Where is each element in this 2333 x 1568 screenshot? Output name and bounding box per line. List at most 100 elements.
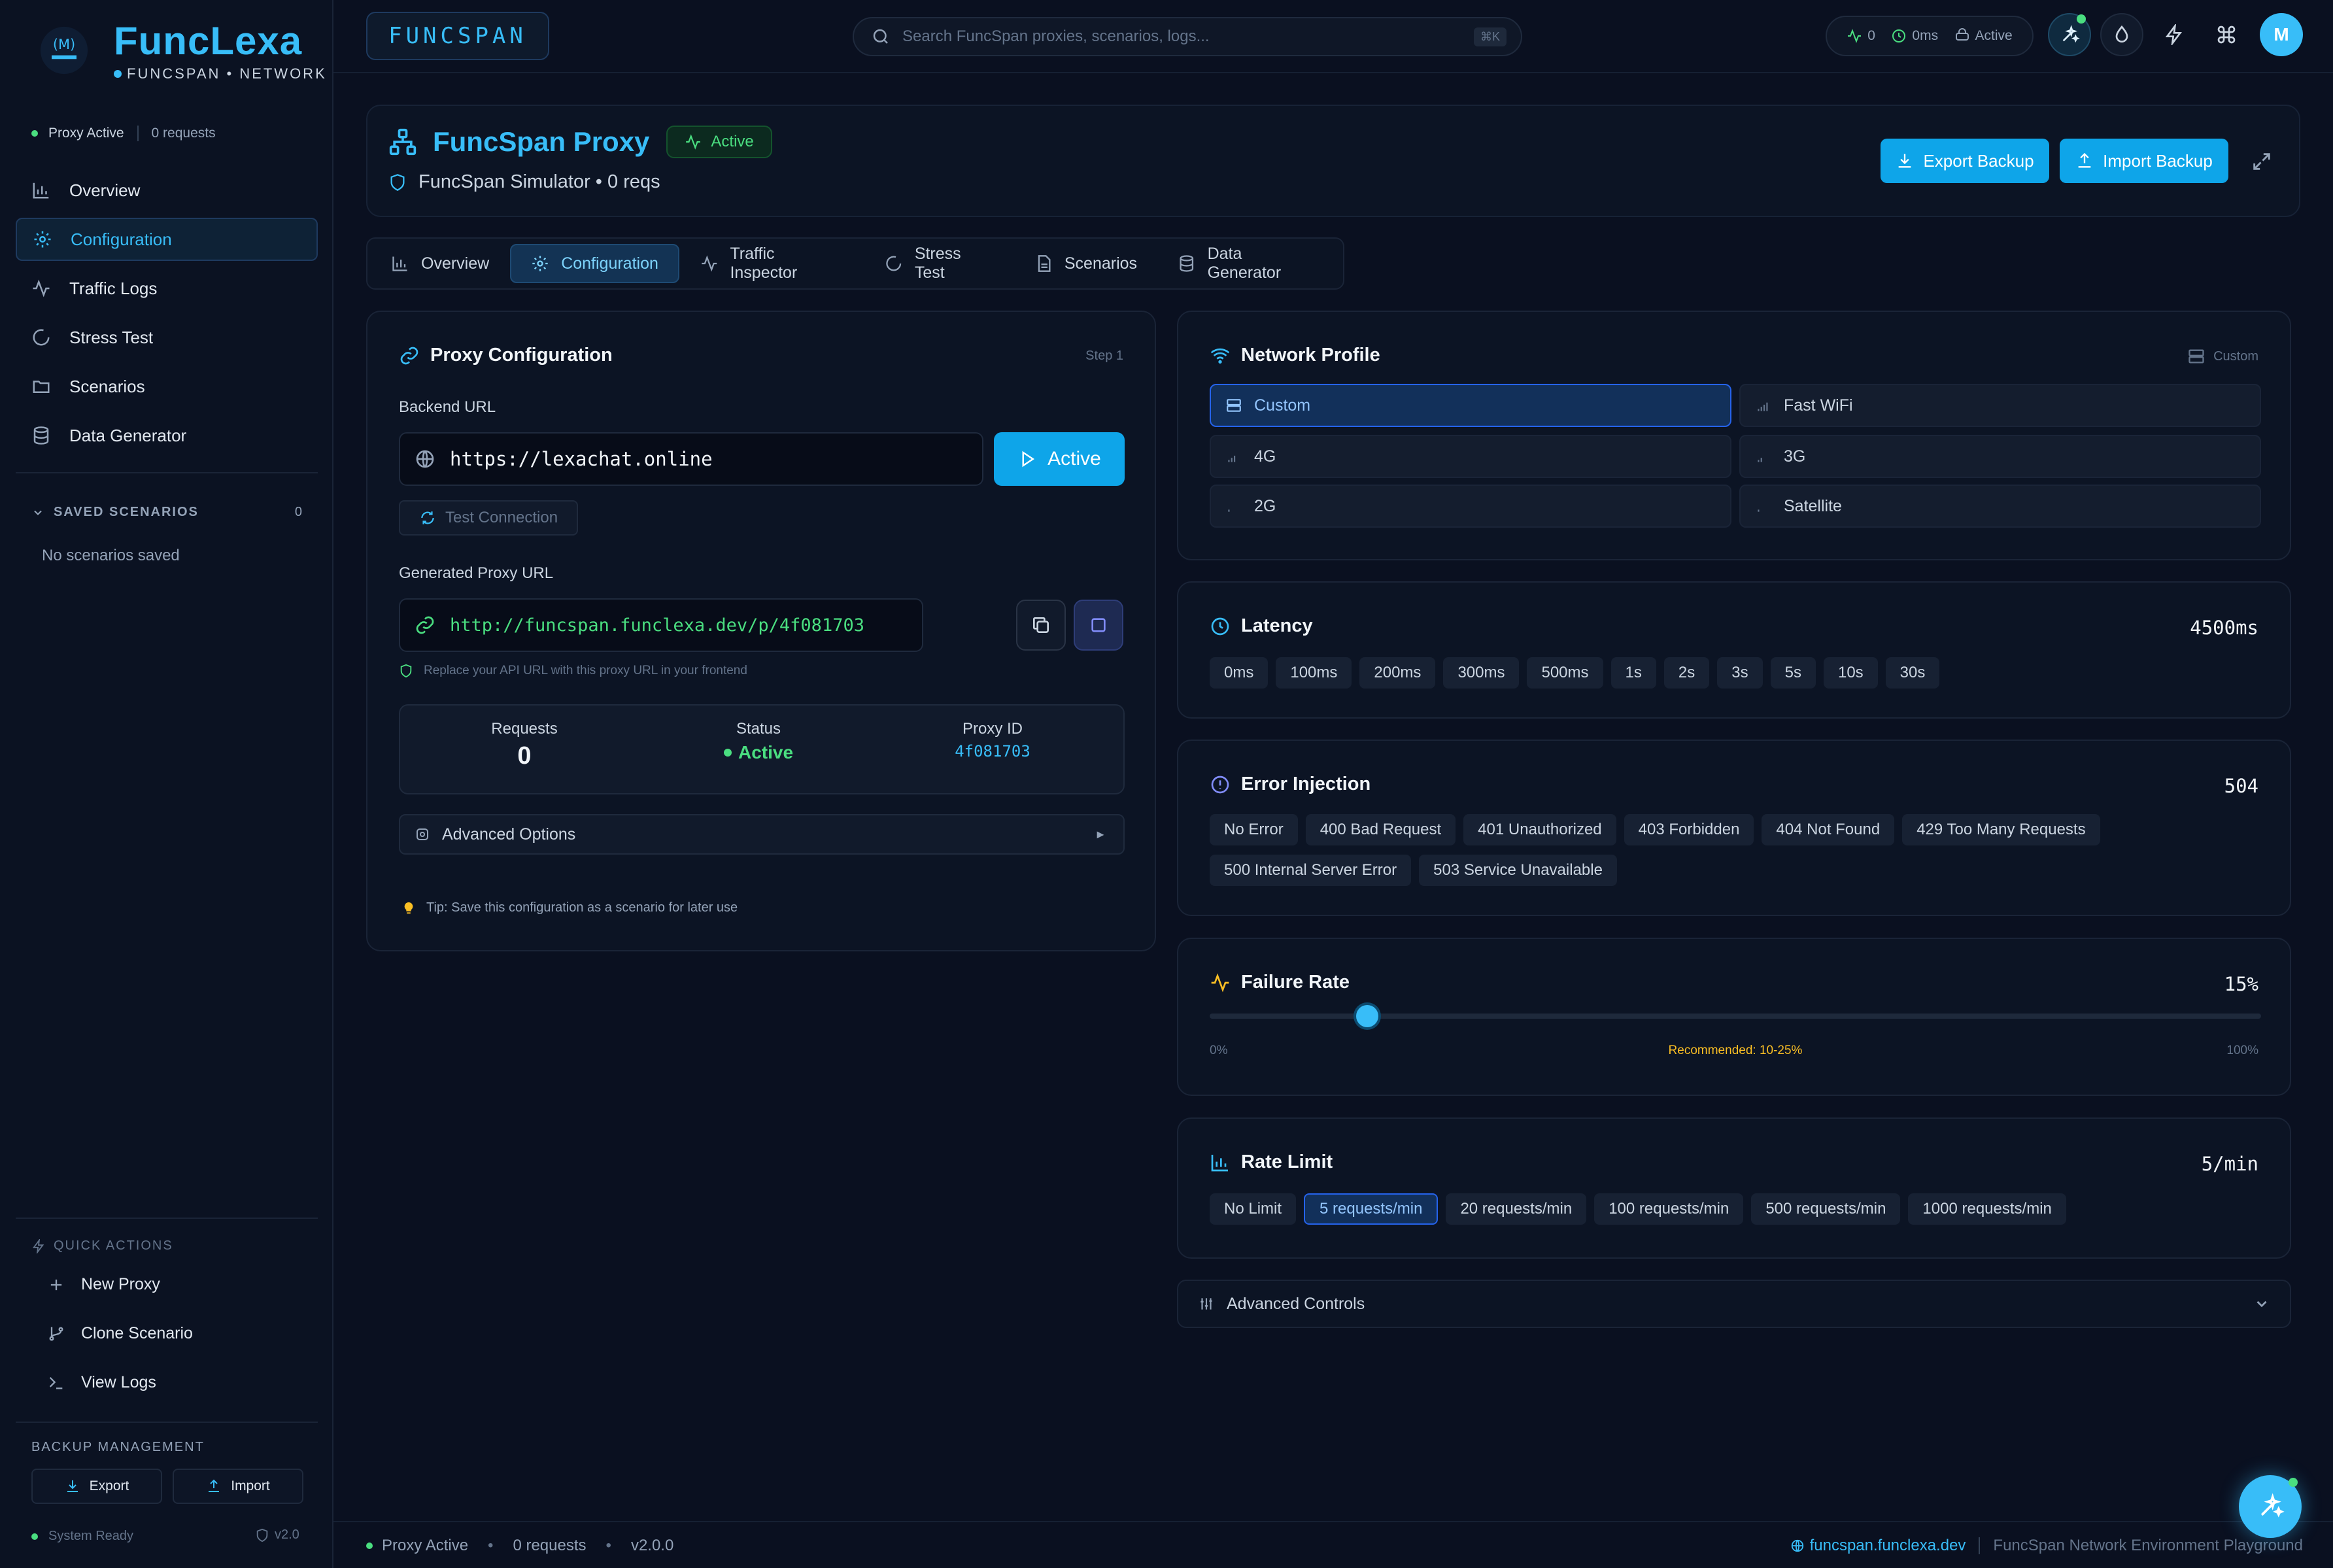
signal-bars-icon xyxy=(1755,397,1772,414)
rate-limit-option-selected[interactable]: 5 requests/min xyxy=(1304,1193,1439,1225)
failure-rate-slider-thumb[interactable] xyxy=(1356,1005,1379,1027)
card-title-text: Proxy Configuration xyxy=(430,345,613,366)
generated-url-label: Generated Proxy URL xyxy=(399,564,554,582)
activate-proxy-label: Active xyxy=(1047,448,1101,469)
command-icon xyxy=(2216,24,2237,45)
sidebar-item-traffic-logs[interactable]: Traffic Logs xyxy=(16,267,318,310)
rate-limit-value: 5/min xyxy=(2201,1153,2258,1175)
footer-separator xyxy=(1979,1537,1981,1554)
activate-proxy-button[interactable]: Active xyxy=(994,432,1125,486)
latency-option[interactable]: 5s xyxy=(1770,657,1816,689)
quick-action-view-logs[interactable]: View Logs xyxy=(47,1373,156,1392)
profile-option-satellite[interactable]: Satellite xyxy=(1739,485,2261,528)
latency-option[interactable]: 10s xyxy=(1823,657,1878,689)
sidebar-item-configuration[interactable]: Configuration xyxy=(16,218,318,261)
error-option[interactable]: 429 Too Many Requests xyxy=(1902,814,2100,845)
stat-label: Status xyxy=(736,720,781,738)
proxy-url-hint: Replace your API URL with this proxy URL… xyxy=(399,664,747,678)
stat-status-value: Active xyxy=(660,742,857,763)
latency-option[interactable]: 0ms xyxy=(1210,657,1269,689)
export-backup-button[interactable]: Export Backup xyxy=(1881,139,2049,183)
proxy-url-hint-text: Replace your API URL with this proxy URL… xyxy=(424,664,747,677)
search-icon xyxy=(871,27,891,46)
card-title: Proxy Configuration xyxy=(399,345,613,366)
profile-option-4g[interactable]: 4G xyxy=(1210,435,1731,478)
terminal-icon xyxy=(47,1374,65,1392)
bar-chart-icon xyxy=(1210,1152,1231,1173)
backend-url-field[interactable]: https://lexachat.online xyxy=(399,432,983,486)
tab-traffic-inspector[interactable]: Traffic Inspector xyxy=(681,244,864,283)
latency-option[interactable]: 3s xyxy=(1717,657,1763,689)
sidebar-item-data-generator[interactable]: Data Generator xyxy=(16,414,318,457)
current-profile-indicator: Custom xyxy=(2187,347,2258,366)
brand-badge[interactable]: FUNCSPAN xyxy=(366,12,549,60)
quick-zap-button[interactable] xyxy=(2153,13,2196,56)
tab-stress-test[interactable]: Stress Test xyxy=(865,244,1013,283)
stop-icon xyxy=(1088,615,1109,636)
profile-option-3g[interactable]: 3G xyxy=(1739,435,2261,478)
search-input[interactable]: Search FuncSpan proxies, scenarios, logs… xyxy=(902,27,1474,46)
profile-option-custom[interactable]: Custom xyxy=(1210,384,1731,427)
ai-assistant-fab[interactable] xyxy=(2239,1475,2302,1538)
quick-action-clone-scenario[interactable]: Clone Scenario xyxy=(47,1324,193,1343)
tab-scenarios[interactable]: Scenarios xyxy=(1015,244,1157,283)
profile-option-2g[interactable]: 2G xyxy=(1210,485,1731,528)
sidebar-export-button[interactable]: Export xyxy=(31,1469,162,1504)
latency-option[interactable]: 1s xyxy=(1610,657,1656,689)
rate-limit-option[interactable]: 20 requests/min xyxy=(1446,1193,1587,1225)
command-button[interactable] xyxy=(2205,13,2248,56)
saved-scenarios-header[interactable]: SAVED SCENARIOS 0 xyxy=(31,505,303,520)
git-branch-icon xyxy=(47,1325,65,1343)
rate-limit-option[interactable]: 100 requests/min xyxy=(1594,1193,1744,1225)
signal-bars-icon xyxy=(1225,498,1242,515)
link-icon xyxy=(415,615,435,636)
caret-right-icon: ► xyxy=(1095,827,1106,841)
search-bar[interactable]: Search FuncSpan proxies, scenarios, logs… xyxy=(853,17,1522,56)
sidebar-import-button[interactable]: Import xyxy=(173,1469,303,1504)
rate-limit-option[interactable]: No Limit xyxy=(1210,1193,1297,1225)
save-tip-text: Tip: Save this configuration as a scenar… xyxy=(426,900,738,915)
error-option[interactable]: 503 Service Unavailable xyxy=(1419,855,1617,886)
tab-configuration[interactable]: Configuration xyxy=(510,244,679,283)
import-backup-button[interactable]: Import Backup xyxy=(2060,139,2228,183)
generated-url-field[interactable]: http://funcspan.funclexa.dev/p/4f081703 xyxy=(399,598,923,652)
error-option[interactable]: 404 Not Found xyxy=(1762,814,1895,845)
logo[interactable]: (M) FuncLexa FUNCSPAN • NETWORK xyxy=(39,18,327,82)
rate-limit-option[interactable]: 1000 requests/min xyxy=(1908,1193,2066,1225)
proxy-status-mini: Proxy Active 0 requests xyxy=(31,126,216,141)
latency-option[interactable]: 300ms xyxy=(1443,657,1520,689)
sidebar-item-stress-test[interactable]: Stress Test xyxy=(16,316,318,359)
error-option[interactable]: 500 Internal Server Error xyxy=(1210,855,1412,886)
avatar[interactable]: M xyxy=(2260,13,2303,56)
ai-assist-button[interactable] xyxy=(2048,13,2091,56)
expand-icon[interactable] xyxy=(2251,150,2273,173)
tab-label: Configuration xyxy=(561,254,658,273)
profile-option-fast-wifi[interactable]: Fast WiFi xyxy=(1739,384,2261,427)
tab-overview[interactable]: Overview xyxy=(371,244,509,283)
footer-host-link[interactable]: funcspan.funclexa.dev xyxy=(1790,1537,1966,1555)
error-option[interactable]: 401 Unauthorized xyxy=(1463,814,1616,845)
latency-option[interactable]: 30s xyxy=(1885,657,1940,689)
stop-proxy-button[interactable] xyxy=(1074,600,1123,651)
latency-option[interactable]: 200ms xyxy=(1359,657,1436,689)
rate-limit-option[interactable]: 500 requests/min xyxy=(1751,1193,1901,1225)
copy-url-button[interactable] xyxy=(1016,600,1066,651)
error-option[interactable]: 403 Forbidden xyxy=(1624,814,1754,845)
latency-option[interactable]: 100ms xyxy=(1276,657,1352,689)
quick-action-new-proxy[interactable]: New Proxy xyxy=(47,1275,160,1294)
error-option[interactable]: 400 Bad Request xyxy=(1305,814,1456,845)
quick-action-label: Clone Scenario xyxy=(81,1324,193,1342)
advanced-options-toggle[interactable]: Advanced Options ► xyxy=(399,814,1125,855)
test-connection-button[interactable]: Test Connection xyxy=(399,500,578,536)
latency-option[interactable]: 2s xyxy=(1663,657,1710,689)
status-badge: Active xyxy=(666,126,772,158)
tab-data-generator[interactable]: Data Generator xyxy=(1158,244,1338,283)
sidebar-item-overview[interactable]: Overview xyxy=(16,169,318,212)
advanced-controls-toggle[interactable]: Advanced Controls xyxy=(1177,1280,2291,1328)
sidebar-item-scenarios[interactable]: Scenarios xyxy=(16,365,318,408)
failure-rate-recommended: Recommended: 10-25% xyxy=(1668,1044,1803,1057)
error-option[interactable]: No Error xyxy=(1210,814,1298,845)
activity-icon xyxy=(1210,972,1231,993)
theme-button[interactable] xyxy=(2100,13,2143,56)
latency-option[interactable]: 500ms xyxy=(1527,657,1603,689)
